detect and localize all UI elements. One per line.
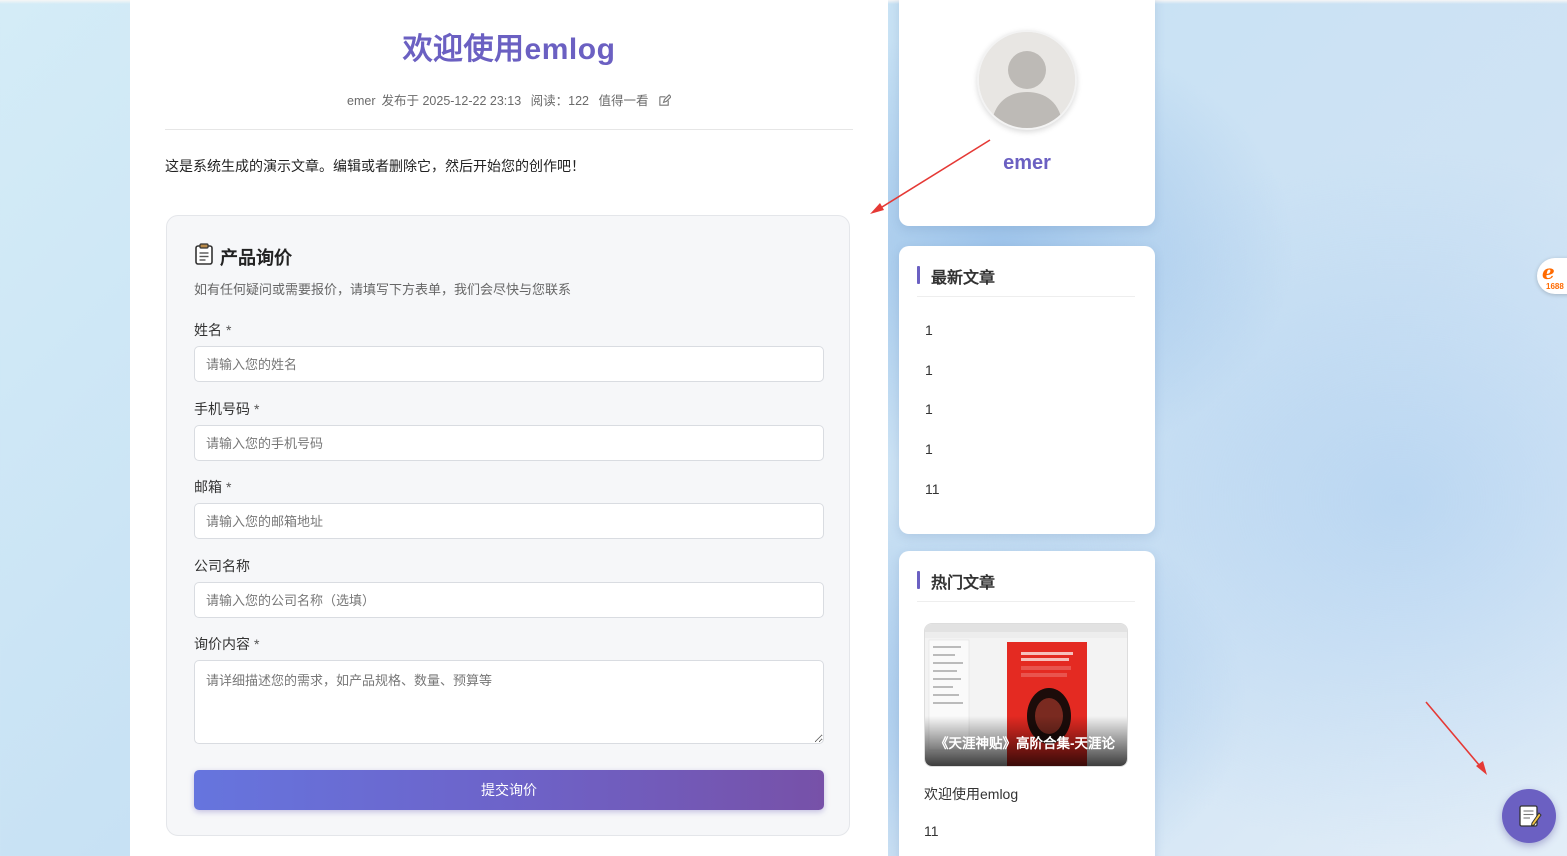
submit-inquiry-button[interactable]: 提交询价 (194, 770, 824, 810)
name-input[interactable] (194, 346, 824, 382)
phone-input[interactable] (194, 425, 824, 461)
latest-posts-widget: 最新文章 1 1 1 1 11 (899, 246, 1155, 534)
title-divider (165, 129, 853, 130)
accent-bar (917, 571, 920, 589)
user-silhouette-icon (979, 32, 1075, 128)
profile-card: emer (899, 0, 1155, 226)
company-label: 公司名称 (194, 558, 250, 574)
list-item[interactable]: 11 (925, 481, 940, 521)
company-input[interactable] (194, 582, 824, 618)
form-subtitle: 如有任何疑问或需要报价，请填写下方表单，我们会尽快与您联系 (194, 282, 572, 297)
phone-label: 手机号码 * (194, 401, 260, 417)
hot-posts-widget: 热门文章 《天涯神贴》高阶合集-天涯论 欢迎使用emlog 11 (899, 551, 1155, 856)
inquiry-content-label: 询价内容 * (194, 636, 260, 652)
edit-icon[interactable] (658, 94, 672, 110)
notepad-icon (1519, 805, 1542, 827)
email-label: 邮箱 * (194, 479, 232, 495)
hot-post-caption[interactable]: 《天涯神贴》高阶合集-天涯论 (925, 716, 1127, 766)
author-link[interactable]: emer (347, 94, 375, 108)
latest-posts-title: 最新文章 (931, 270, 996, 287)
hot-posts-header: 热门文章 (917, 569, 1135, 602)
hot-posts-title: 热门文章 (931, 575, 996, 592)
accent-bar (917, 266, 920, 284)
hot-post-link[interactable]: 欢迎使用emlog (924, 784, 1018, 804)
arrow-head (1476, 761, 1487, 775)
list-item[interactable]: 1 (925, 362, 940, 402)
inquiry-content-textarea[interactable] (194, 660, 824, 744)
clipboard-icon (194, 243, 214, 270)
article-title[interactable]: 欢迎使用emlog (130, 24, 888, 68)
latest-posts-list: 1 1 1 1 11 (925, 322, 940, 520)
latest-posts-header: 最新文章 (917, 264, 1135, 297)
1688-badge[interactable]: ℯ 1688 (1537, 258, 1567, 294)
inquiry-form: 产品询价 如有任何疑问或需要报价，请填写下方表单，我们会尽快与您联系 姓名* 手… (166, 215, 850, 836)
list-item[interactable]: 1 (925, 322, 940, 362)
name-label: 姓名 * (194, 322, 232, 338)
list-item[interactable]: 1 (925, 441, 940, 481)
article-meta: emer 发布于 2025-12-22 23:13 阅读：122 值得一看 (130, 90, 888, 110)
read-count: 阅读：122 (530, 94, 589, 108)
avatar[interactable] (977, 30, 1077, 130)
article-card: 欢迎使用emlog emer 发布于 2025-12-22 23:13 阅读：12… (130, 0, 888, 856)
form-header: 产品询价 (194, 243, 292, 270)
form-title: 产品询价 (220, 247, 292, 268)
hot-post-link[interactable]: 11 (924, 823, 939, 839)
article-intro: 这是系统生成的演示文章。编辑或者删除它，然后开始您的创作吧！ (165, 158, 585, 174)
email-input[interactable] (194, 503, 824, 539)
list-item[interactable]: 1 (925, 401, 940, 441)
profile-name[interactable]: emer (899, 152, 1155, 175)
recommend-link[interactable]: 值得一看 (598, 94, 648, 108)
hot-post-thumbnail[interactable]: 《天涯神贴》高阶合集-天涯论 (924, 623, 1128, 767)
1688-badge-text: 1688 (1546, 282, 1564, 291)
publish-date: 发布于 2025-12-22 23:13 (381, 94, 522, 108)
floating-notes-button[interactable] (1502, 789, 1556, 843)
annotation-arrow-fab (1425, 701, 1486, 773)
